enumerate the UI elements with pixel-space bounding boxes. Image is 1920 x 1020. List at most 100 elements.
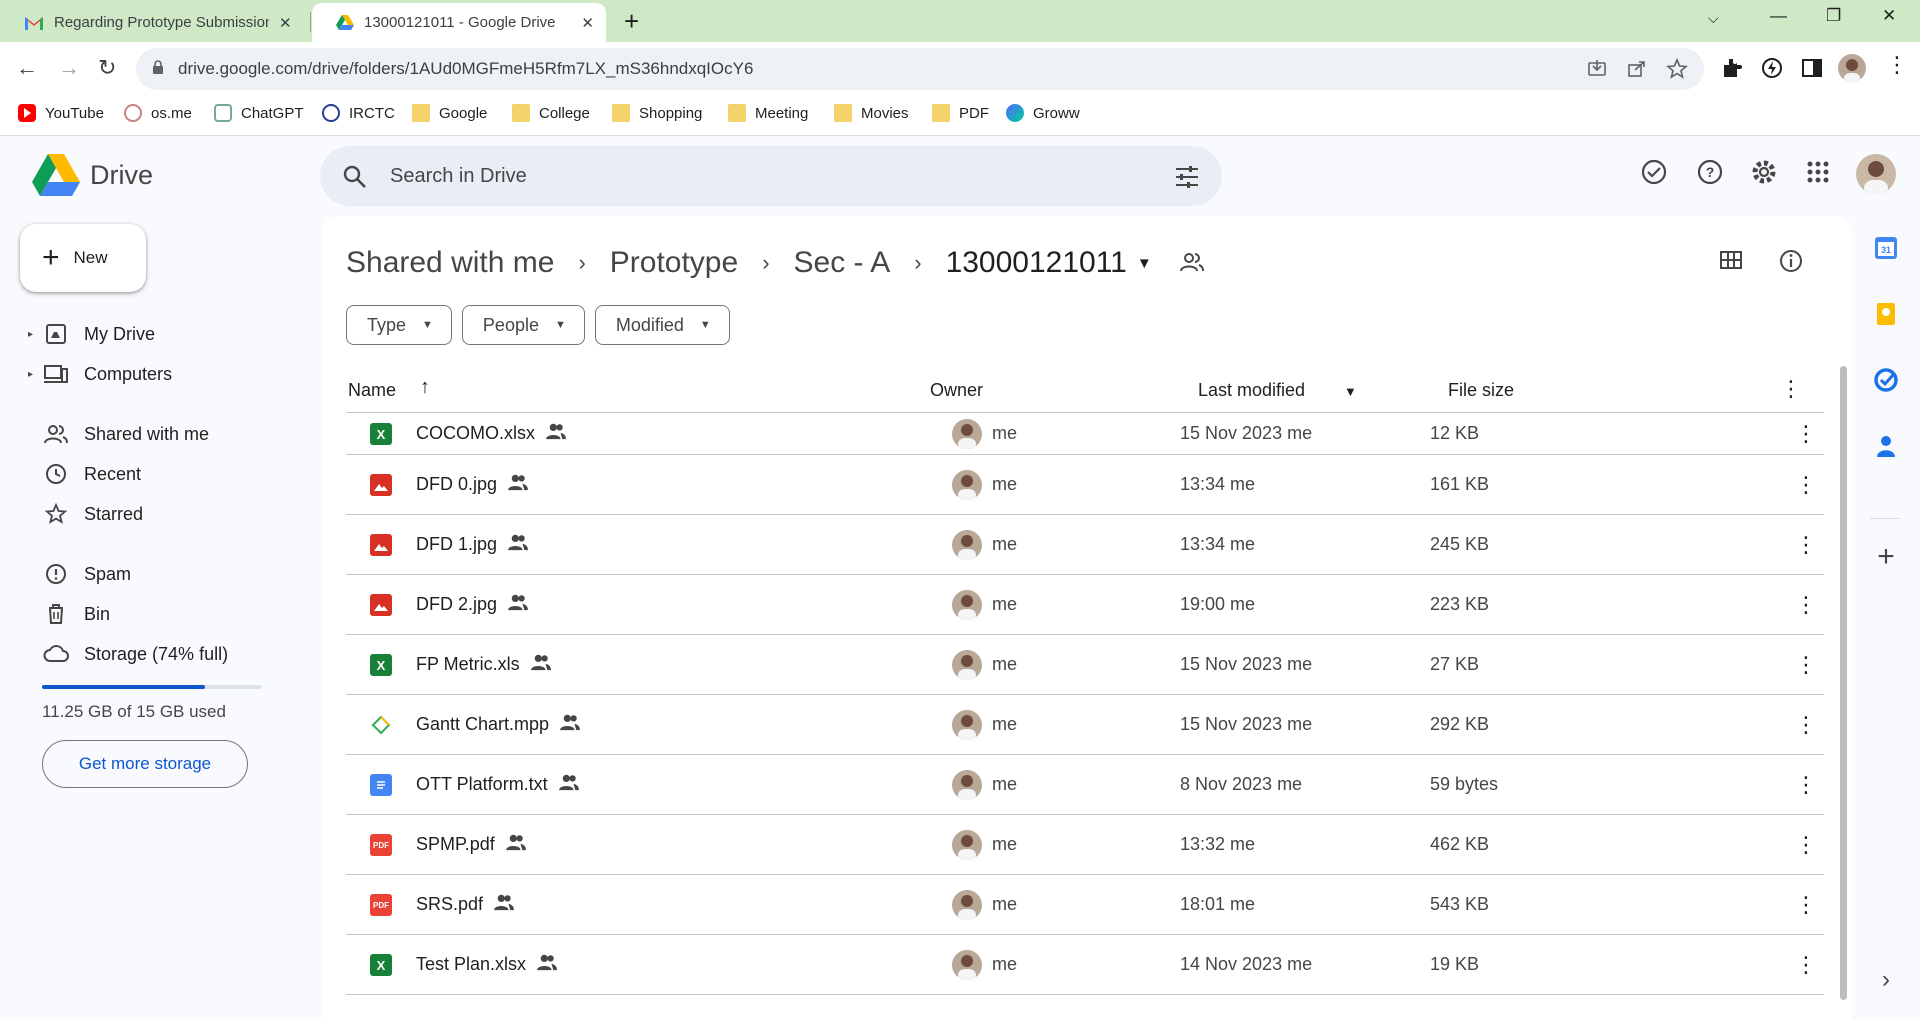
settings-gear-icon[interactable] bbox=[1750, 158, 1778, 186]
nav-spam[interactable]: Spam bbox=[28, 556, 131, 592]
tab-gmail[interactable]: Regarding Prototype Submission ✕ bbox=[0, 3, 310, 42]
more-actions-icon[interactable]: ⋮ bbox=[1794, 515, 1818, 574]
column-options-icon[interactable]: ⋮ bbox=[1780, 376, 1802, 402]
file-row[interactable]: PDF SPMP.pdf me 13:32 me 462 KB ⋮ bbox=[346, 815, 1824, 875]
bookmark-groww[interactable]: Groww bbox=[1006, 104, 1080, 122]
side-panel-icon[interactable] bbox=[1800, 56, 1824, 80]
new-button[interactable]: + New bbox=[20, 224, 146, 292]
file-row[interactable]: DFD 1.jpg me 13:34 me 245 KB ⋮ bbox=[346, 515, 1824, 575]
restore-icon[interactable]: ❐ bbox=[1826, 6, 1841, 26]
bookmark-pdf[interactable]: PDF bbox=[932, 104, 989, 122]
breadcrumb-current-folder[interactable]: 13000121011 bbox=[946, 246, 1127, 280]
close-tab-icon[interactable]: ✕ bbox=[279, 14, 292, 32]
file-row[interactable]: Gantt Chart.mpp me 15 Nov 2023 me 292 KB ⋮ bbox=[346, 695, 1824, 755]
file-row[interactable]: X FP Metric.xls me 15 Nov 2023 me 27 KB ⋮ bbox=[346, 635, 1824, 695]
breadcrumb-item[interactable]: Shared with me bbox=[346, 246, 554, 280]
get-addons-icon[interactable]: + bbox=[1872, 540, 1900, 573]
nav-bin[interactable]: Bin bbox=[28, 596, 110, 632]
more-actions-icon[interactable]: ⋮ bbox=[1794, 575, 1818, 634]
column-header-last-modified[interactable]: Last modified bbox=[1198, 380, 1305, 401]
calendar-icon[interactable]: 31 bbox=[1872, 234, 1900, 262]
expand-icon[interactable]: ▸ bbox=[28, 369, 42, 380]
nav-computers[interactable]: ▸ Computers bbox=[28, 356, 172, 392]
share-page-icon[interactable] bbox=[1626, 58, 1648, 80]
expand-icon[interactable]: ▸ bbox=[28, 329, 42, 340]
folder-menu-dropdown-icon[interactable]: ▼ bbox=[1137, 255, 1152, 272]
apps-grid-icon[interactable] bbox=[1804, 158, 1832, 186]
more-actions-icon[interactable]: ⋮ bbox=[1794, 455, 1818, 514]
back-icon[interactable]: ← bbox=[16, 55, 38, 81]
bookmark-google[interactable]: Google bbox=[412, 104, 487, 122]
more-actions-icon[interactable]: ⋮ bbox=[1794, 875, 1818, 934]
more-actions-icon[interactable]: ⋮ bbox=[1794, 755, 1818, 814]
profile-avatar[interactable] bbox=[1838, 54, 1866, 82]
more-actions-icon[interactable]: ⋮ bbox=[1794, 935, 1818, 994]
extension-circle-icon[interactable] bbox=[1760, 56, 1784, 80]
search-bar[interactable] bbox=[320, 146, 1222, 206]
search-input[interactable] bbox=[390, 160, 1090, 192]
more-actions-icon[interactable]: ⋮ bbox=[1794, 413, 1818, 454]
bookmark-meeting[interactable]: Meeting bbox=[728, 104, 808, 122]
file-row[interactable]: X COCOMO.xlsx me 15 Nov 2023 me 12 KB ⋮ bbox=[346, 413, 1824, 455]
file-row[interactable]: DFD 0.jpg me 13:34 me 161 KB ⋮ bbox=[346, 455, 1824, 515]
reload-icon[interactable]: ↻ bbox=[98, 55, 116, 81]
scrollbar[interactable] bbox=[1840, 366, 1847, 1000]
column-header-owner[interactable]: Owner bbox=[930, 380, 983, 401]
nav-shared-with-me[interactable]: Shared with me bbox=[28, 416, 209, 452]
new-tab-icon[interactable]: + bbox=[624, 6, 639, 37]
filter-people-chip[interactable]: People ▼ bbox=[461, 305, 585, 345]
nav-storage[interactable]: Storage (74% full) bbox=[28, 636, 228, 672]
info-icon[interactable] bbox=[1778, 248, 1804, 274]
filter-modified-chip[interactable]: Modified ▼ bbox=[594, 305, 730, 345]
drive-logo[interactable]: Drive bbox=[32, 154, 153, 196]
bookmark-movies[interactable]: Movies bbox=[834, 104, 909, 122]
forward-icon[interactable]: → bbox=[58, 55, 80, 81]
close-window-icon[interactable]: ✕ bbox=[1882, 6, 1896, 26]
breadcrumb-item[interactable]: Sec - A bbox=[794, 246, 891, 280]
more-actions-icon[interactable]: ⋮ bbox=[1794, 635, 1818, 694]
browser-menu-icon[interactable]: ⋮ bbox=[1886, 52, 1910, 77]
file-row[interactable]: DFD 2.jpg me 19:00 me 223 KB ⋮ bbox=[346, 575, 1824, 635]
nav-recent[interactable]: Recent bbox=[28, 456, 141, 492]
shared-folder-icon[interactable] bbox=[1179, 246, 1204, 280]
extensions-icon[interactable] bbox=[1720, 56, 1744, 80]
address-bar[interactable]: drive.google.com/drive/folders/1AUd0MGFm… bbox=[136, 48, 1704, 90]
search-icon[interactable] bbox=[342, 164, 368, 190]
keep-icon[interactable] bbox=[1872, 300, 1900, 328]
more-actions-icon[interactable]: ⋮ bbox=[1794, 695, 1818, 754]
get-more-storage-button[interactable]: Get more storage bbox=[42, 740, 248, 788]
bookmark-youtube[interactable]: YouTube bbox=[18, 104, 104, 122]
bookmark-irctc[interactable]: IRCTC bbox=[322, 104, 395, 122]
bookmark-osme[interactable]: os.me bbox=[124, 104, 192, 122]
install-app-icon[interactable] bbox=[1586, 58, 1608, 80]
close-tab-icon[interactable]: ✕ bbox=[581, 14, 594, 32]
file-row[interactable]: X Test Plan.xlsx me 14 Nov 2023 me 19 KB ⋮ bbox=[346, 935, 1824, 995]
nav-my-drive[interactable]: ▸ My Drive bbox=[28, 316, 155, 352]
filter-type-chip[interactable]: Type ▼ bbox=[346, 305, 452, 345]
search-options-icon[interactable] bbox=[1174, 164, 1200, 190]
file-row[interactable]: OTT Platform.txt me 8 Nov 2023 me 59 bytes ⋮ bbox=[346, 755, 1824, 815]
contacts-icon[interactable] bbox=[1872, 432, 1900, 460]
tab-search-icon[interactable]: ⌵ bbox=[1708, 10, 1719, 27]
help-icon[interactable]: ? bbox=[1696, 158, 1724, 186]
column-header-file-size[interactable]: File size bbox=[1448, 380, 1514, 401]
nav-starred[interactable]: Starred bbox=[28, 496, 143, 532]
more-actions-icon[interactable]: ⋮ bbox=[1794, 815, 1818, 874]
column-header-name[interactable]: Name bbox=[348, 380, 396, 401]
minimize-icon[interactable]: — bbox=[1770, 6, 1787, 26]
sort-descending-icon[interactable]: ▼ bbox=[1344, 384, 1357, 399]
bookmark-shopping[interactable]: Shopping bbox=[612, 104, 702, 122]
bookmark-college[interactable]: College bbox=[512, 104, 590, 122]
bookmark-chatgpt[interactable]: ChatGPT bbox=[214, 104, 304, 122]
file-row[interactable]: PDF SRS.pdf me 18:01 me 543 KB ⋮ bbox=[346, 875, 1824, 935]
account-avatar[interactable] bbox=[1856, 154, 1896, 194]
tasks-icon[interactable] bbox=[1872, 366, 1900, 394]
bookmark-star-icon[interactable] bbox=[1666, 58, 1688, 80]
breadcrumb-item[interactable]: Prototype bbox=[610, 246, 738, 280]
sort-ascending-icon[interactable]: ↑ bbox=[420, 376, 430, 399]
bookmark-label: YouTube bbox=[45, 104, 104, 122]
tab-drive[interactable]: 13000121011 - Google Drive ✕ bbox=[312, 3, 606, 42]
offline-ready-icon[interactable] bbox=[1640, 158, 1668, 186]
hide-side-panel-icon[interactable]: › bbox=[1872, 966, 1900, 994]
grid-view-icon[interactable] bbox=[1719, 248, 1743, 272]
